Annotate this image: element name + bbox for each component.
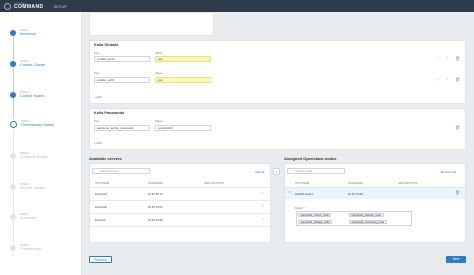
kolla-globals-card	[89, 40, 466, 104]
add-global-link[interactable]: + Add	[94, 95, 102, 99]
value-label: Value	[155, 71, 163, 75]
delete-icon[interactable]: 🗑	[455, 78, 460, 82]
step-label: Control Cluster	[20, 63, 46, 68]
stepper-line-done	[12, 34, 14, 118]
assigned-nodes-panel	[284, 163, 466, 243]
step-control-cluster[interactable]: STEP 2 Control Cluster	[10, 60, 45, 68]
contrail-logo-icon	[4, 2, 11, 10]
role-tag[interactable]: openstack_storage_node	[298, 219, 333, 224]
globals-key-input[interactable]: enable_swift	[94, 77, 150, 83]
move-up-icon[interactable]: ↑	[437, 57, 439, 61]
step-orchestrator-nodes[interactable]: STEP 4 Orchestrator Nodes	[10, 120, 54, 128]
brand-main-text: COMMAND	[14, 3, 44, 10]
delete-icon[interactable]: 🗑	[455, 57, 460, 61]
add-all-link[interactable]: Add All	[255, 170, 264, 174]
config-textarea[interactable]	[89, 12, 214, 36]
step-pending-icon	[10, 153, 16, 159]
step-complete-icon	[10, 92, 16, 98]
hostname-cell: kvmhost2	[95, 205, 107, 209]
hostname-cell: b1s0d7-node1	[295, 192, 313, 196]
globals-key-input[interactable]: enable_ironic	[94, 56, 150, 62]
divider	[90, 200, 270, 201]
password-value-input[interactable]: contrail123	[155, 125, 211, 131]
step-label: Summary	[20, 216, 37, 221]
setup-stepper: STEP 1 Inventory STEP 2 Control Cluster ST…	[0, 12, 82, 275]
add-row-icon[interactable]: +	[446, 77, 448, 81]
section-title: SETUP	[53, 3, 67, 9]
step-label: Compute Nodes	[20, 155, 48, 160]
column-header: DISK PARTITION	[398, 182, 418, 185]
chevron-down-icon[interactable]: ▾	[289, 191, 291, 194]
column-header: HOSTNAME	[295, 182, 310, 185]
available-search-input[interactable]: Search servers	[92, 168, 150, 174]
ip-cell: 10.87.79.69	[148, 218, 163, 222]
step-current-icon	[10, 121, 17, 128]
key-label: Key	[94, 51, 100, 55]
chevron-right-icon[interactable]: ›	[262, 217, 263, 221]
step-label: Control Nodes	[20, 94, 45, 99]
delete-icon[interactable]: 🗑	[455, 126, 460, 130]
value-label: Value	[155, 119, 163, 123]
step-label: Inventory	[20, 32, 36, 37]
chevron-left-icon[interactable]: ‹	[273, 168, 280, 175]
hostname-cell: kvmhost	[95, 218, 106, 222]
value-label: Value	[155, 51, 163, 55]
role-tag[interactable]: openstack_control_node	[298, 213, 332, 218]
step-label: Orchestrator Nodes	[21, 123, 55, 128]
assigned-search-input[interactable]: Search nodes	[287, 168, 345, 174]
step-label: Provisioning	[20, 247, 41, 252]
step-pending-icon	[10, 214, 16, 220]
globals-value-input[interactable]: yes	[155, 77, 211, 83]
move-up-icon[interactable]: ↑	[437, 78, 439, 82]
divider	[90, 187, 270, 188]
column-header: IP ADDRESS	[348, 182, 363, 185]
chevron-right-icon[interactable]: ›	[262, 191, 263, 195]
assigned-nodes-title: Assigned Openstack nodes	[284, 156, 337, 161]
chevron-right-icon[interactable]: ›	[262, 204, 263, 208]
step-inventory[interactable]: STEP 1 Inventory	[10, 29, 36, 37]
available-servers-panel	[89, 163, 271, 243]
step-pending-icon	[10, 184, 16, 190]
globals-value-input[interactable]: yes	[155, 56, 211, 62]
column-header: IP ADDRESS	[148, 182, 163, 185]
roles-label: Roles *	[295, 206, 305, 210]
ip-cell: 10.87.79.67	[148, 205, 163, 209]
kolla-passwords-title: Kolla Passwords	[94, 111, 125, 115]
step-control-nodes[interactable]: STEP 3 Control Nodes	[10, 91, 44, 99]
divider	[90, 213, 270, 214]
hostname-cell: kvmhost1	[95, 192, 107, 196]
divider	[90, 226, 270, 227]
password-key-input[interactable]: keystone_admin_password	[94, 125, 150, 131]
top-bar: CONTRAIL COMMAND SETUP	[0, 0, 474, 12]
step-provisioning: STEP 8 Provisioning	[10, 244, 41, 252]
step-complete-icon	[10, 61, 16, 67]
step-label: Service Nodes	[20, 186, 45, 191]
step-complete-icon	[10, 30, 16, 36]
ip-cell: 10.87.79.72	[148, 192, 163, 196]
role-tag[interactable]: openstack_network_node	[349, 213, 384, 218]
step-service-nodes: STEP 6 Service Nodes	[10, 183, 45, 191]
role-tag[interactable]: openstack_monitoring_node	[349, 219, 387, 224]
delete-icon[interactable]: 🗑	[455, 191, 460, 195]
key-label: Key	[94, 119, 100, 123]
step-compute-nodes: STEP 5 Compute Nodes	[10, 152, 47, 160]
brand: CONTRAIL COMMAND	[14, 3, 43, 10]
column-header: DISK PARTITION	[204, 182, 224, 185]
column-header: HOSTNAME	[95, 182, 110, 185]
step-pending-icon	[10, 245, 16, 251]
previous-button[interactable]: Previous	[89, 256, 112, 263]
remove-all-link[interactable]: Remove all	[441, 170, 456, 174]
add-row-icon[interactable]: +	[446, 56, 448, 60]
stepper-line-todo	[12, 130, 14, 256]
key-label: Key	[94, 71, 100, 75]
add-password-link[interactable]: + Add	[94, 141, 102, 145]
next-button[interactable]: Next	[446, 256, 466, 263]
ip-cell: 10.87.79.66	[348, 192, 363, 196]
kolla-globals-title: Kolla Globals	[94, 43, 119, 47]
available-servers-title: Available servers	[89, 156, 122, 161]
step-summary: STEP 7 Summary	[10, 213, 36, 221]
